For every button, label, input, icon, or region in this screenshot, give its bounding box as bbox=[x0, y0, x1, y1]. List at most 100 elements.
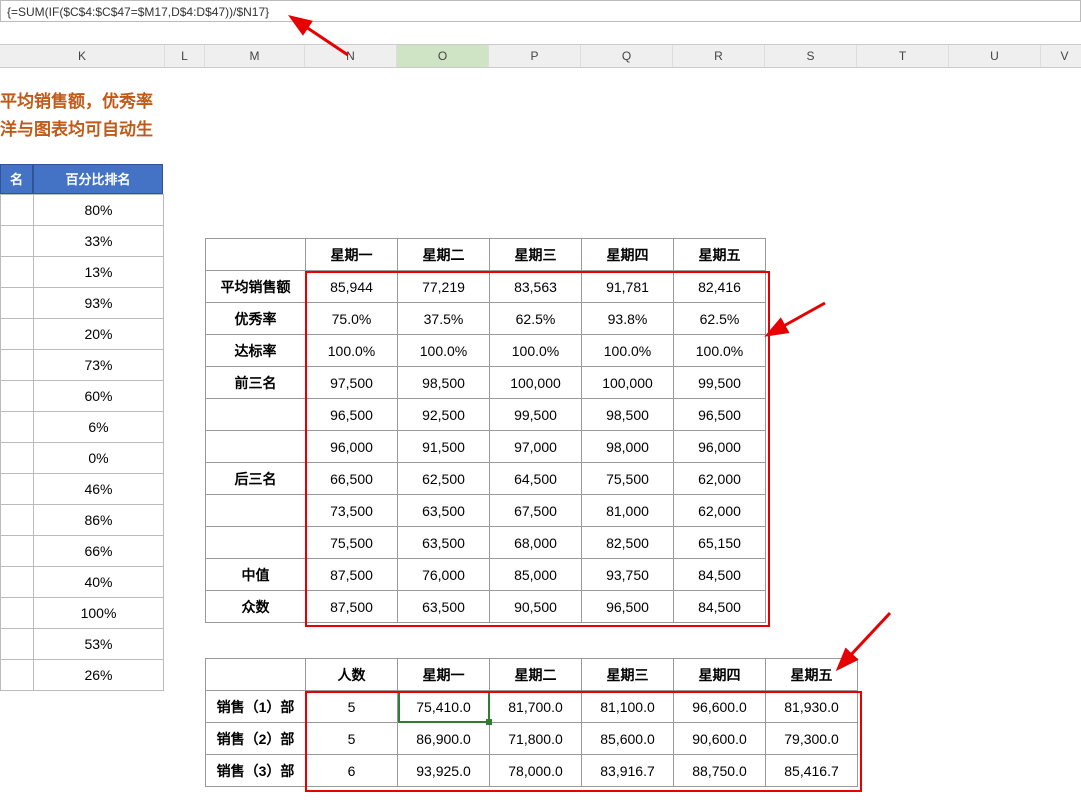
data-cell[interactable]: 62,000 bbox=[674, 463, 766, 495]
data-cell[interactable]: 96,000 bbox=[674, 431, 766, 463]
rank-cell[interactable] bbox=[1, 195, 34, 226]
data-cell[interactable]: 62.5% bbox=[490, 303, 582, 335]
data-cell[interactable]: 77,219 bbox=[398, 271, 490, 303]
rank-cell[interactable] bbox=[1, 226, 34, 257]
rank-cell[interactable] bbox=[1, 536, 34, 567]
pct-cell[interactable]: 13% bbox=[34, 257, 164, 288]
formula-bar[interactable]: {=SUM(IF($C$4:$C$47=$M17,D$4:D$47))/$N17… bbox=[0, 0, 1081, 22]
data-cell[interactable]: 85,416.7 bbox=[766, 755, 858, 787]
data-cell[interactable]: 67,500 bbox=[490, 495, 582, 527]
row-label[interactable] bbox=[206, 527, 306, 559]
rank-cell[interactable] bbox=[1, 350, 34, 381]
rank-cell[interactable] bbox=[1, 567, 34, 598]
pct-cell[interactable]: 60% bbox=[34, 381, 164, 412]
col-header[interactable]: 星期四 bbox=[674, 659, 766, 691]
data-cell[interactable]: 88,750.0 bbox=[674, 755, 766, 787]
row-label[interactable] bbox=[206, 399, 306, 431]
data-cell[interactable]: 98,500 bbox=[582, 399, 674, 431]
data-cell[interactable]: 81,700.0 bbox=[490, 691, 582, 723]
data-cell[interactable]: 87,500 bbox=[306, 591, 398, 623]
data-cell[interactable]: 100,000 bbox=[582, 367, 674, 399]
col-header-S[interactable]: S bbox=[765, 45, 857, 67]
data-cell[interactable]: 75,500 bbox=[306, 527, 398, 559]
data-cell[interactable]: 96,000 bbox=[306, 431, 398, 463]
col-header[interactable]: 星期一 bbox=[398, 659, 490, 691]
sheet-area[interactable]: 平均销售额，优秀率 洋与图表均可自动生 名 百分比排名 80%33%13%93%… bbox=[0, 68, 1081, 808]
data-cell[interactable]: 63,500 bbox=[398, 495, 490, 527]
col-header-N[interactable]: N bbox=[305, 45, 397, 67]
rank-cell[interactable] bbox=[1, 288, 34, 319]
rank-cell[interactable] bbox=[1, 598, 34, 629]
col-header-U[interactable]: U bbox=[949, 45, 1041, 67]
pct-cell[interactable]: 73% bbox=[34, 350, 164, 381]
data-cell[interactable]: 6 bbox=[306, 755, 398, 787]
pct-cell[interactable]: 66% bbox=[34, 536, 164, 567]
col-header[interactable]: 星期二 bbox=[490, 659, 582, 691]
dept-table[interactable]: 人数星期一星期二星期三星期四星期五销售（1）部575,410.081,700.0… bbox=[205, 658, 858, 787]
pct-cell[interactable]: 20% bbox=[34, 319, 164, 350]
pct-cell[interactable]: 100% bbox=[34, 598, 164, 629]
data-cell[interactable]: 82,416 bbox=[674, 271, 766, 303]
row-label[interactable] bbox=[206, 431, 306, 463]
data-cell[interactable]: 85,944 bbox=[306, 271, 398, 303]
dept-label[interactable]: 销售（1）部 bbox=[206, 691, 306, 723]
row-label[interactable]: 平均销售额 bbox=[206, 271, 306, 303]
pct-cell[interactable]: 40% bbox=[34, 567, 164, 598]
col-header[interactable]: 星期五 bbox=[766, 659, 858, 691]
row-label[interactable]: 前三名 bbox=[206, 367, 306, 399]
dept-label[interactable]: 销售（2）部 bbox=[206, 723, 306, 755]
data-cell[interactable]: 81,930.0 bbox=[766, 691, 858, 723]
data-cell[interactable]: 63,500 bbox=[398, 591, 490, 623]
data-cell[interactable]: 96,500 bbox=[582, 591, 674, 623]
data-cell[interactable]: 99,500 bbox=[674, 367, 766, 399]
pct-cell[interactable]: 33% bbox=[34, 226, 164, 257]
data-cell[interactable]: 97,500 bbox=[306, 367, 398, 399]
pct-cell[interactable]: 86% bbox=[34, 505, 164, 536]
data-cell[interactable]: 71,800.0 bbox=[490, 723, 582, 755]
data-cell[interactable]: 90,500 bbox=[490, 591, 582, 623]
data-cell[interactable]: 86,900.0 bbox=[398, 723, 490, 755]
data-cell[interactable]: 93.8% bbox=[582, 303, 674, 335]
data-cell[interactable]: 63,500 bbox=[398, 527, 490, 559]
col-header[interactable]: 人数 bbox=[306, 659, 398, 691]
col-header-K[interactable]: K bbox=[0, 45, 165, 67]
col-header-T[interactable]: T bbox=[857, 45, 949, 67]
day-header[interactable]: 星期四 bbox=[582, 239, 674, 271]
data-cell[interactable]: 68,000 bbox=[490, 527, 582, 559]
data-cell[interactable]: 92,500 bbox=[398, 399, 490, 431]
data-cell[interactable]: 73,500 bbox=[306, 495, 398, 527]
data-cell[interactable]: 79,300.0 bbox=[766, 723, 858, 755]
row-label[interactable]: 中值 bbox=[206, 559, 306, 591]
data-cell[interactable]: 81,100.0 bbox=[582, 691, 674, 723]
pct-cell[interactable]: 80% bbox=[34, 195, 164, 226]
summary-table[interactable]: 星期一星期二星期三星期四星期五平均销售额85,94477,21983,56391… bbox=[205, 238, 766, 623]
col-header-L[interactable]: L bbox=[165, 45, 205, 67]
data-cell[interactable]: 83,916.7 bbox=[582, 755, 674, 787]
rank-cell[interactable] bbox=[1, 319, 34, 350]
pct-cell[interactable]: 6% bbox=[34, 412, 164, 443]
data-cell[interactable]: 100.0% bbox=[490, 335, 582, 367]
data-cell[interactable]: 5 bbox=[306, 691, 398, 723]
data-cell[interactable]: 64,500 bbox=[490, 463, 582, 495]
data-cell[interactable]: 91,781 bbox=[582, 271, 674, 303]
data-cell[interactable]: 99,500 bbox=[490, 399, 582, 431]
data-cell[interactable]: 75.0% bbox=[306, 303, 398, 335]
data-cell[interactable]: 85,000 bbox=[490, 559, 582, 591]
data-cell[interactable]: 62,000 bbox=[674, 495, 766, 527]
data-cell[interactable]: 37.5% bbox=[398, 303, 490, 335]
data-cell[interactable]: 91,500 bbox=[398, 431, 490, 463]
day-header[interactable]: 星期二 bbox=[398, 239, 490, 271]
row-label[interactable]: 后三名 bbox=[206, 463, 306, 495]
col-header-O[interactable]: O bbox=[397, 45, 489, 67]
data-cell[interactable]: 78,000.0 bbox=[490, 755, 582, 787]
data-cell[interactable]: 83,563 bbox=[490, 271, 582, 303]
col-header-M[interactable]: M bbox=[205, 45, 305, 67]
rank-cell[interactable] bbox=[1, 412, 34, 443]
selected-cell[interactable]: 75,410.0 bbox=[398, 691, 490, 723]
data-cell[interactable]: 84,500 bbox=[674, 591, 766, 623]
data-cell[interactable]: 100.0% bbox=[306, 335, 398, 367]
pct-cell[interactable]: 53% bbox=[34, 629, 164, 660]
data-cell[interactable]: 90,600.0 bbox=[674, 723, 766, 755]
data-cell[interactable]: 100.0% bbox=[674, 335, 766, 367]
rank-cell[interactable] bbox=[1, 443, 34, 474]
